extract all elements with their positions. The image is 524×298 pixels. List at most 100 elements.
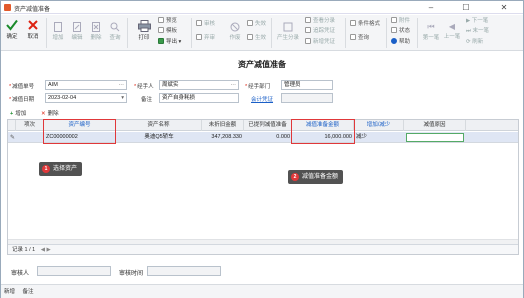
generate-voucher-button[interactable]: 产生分录 bbox=[274, 22, 302, 41]
condition-format-button[interactable]: 条件格式 bbox=[350, 20, 380, 29]
add-button[interactable]: 增加 bbox=[50, 22, 66, 41]
void-button[interactable]: 作废 bbox=[226, 22, 244, 41]
col-header-provisioned[interactable]: 已提列减值准备 bbox=[244, 120, 292, 131]
template-icon bbox=[158, 27, 164, 33]
first-record-button[interactable]: ⏮ 第一笔 bbox=[421, 22, 441, 41]
edit-button[interactable]: 编辑 bbox=[69, 22, 85, 41]
help-button[interactable]: 帮助 bbox=[391, 38, 410, 47]
voucher-link[interactable]: 会计凭证 bbox=[251, 95, 273, 103]
confirm-button[interactable]: 确定 bbox=[4, 19, 20, 40]
condition-format-icon bbox=[350, 20, 356, 26]
next-record-button[interactable]: ▶ 下一笔 bbox=[466, 17, 488, 26]
close-icon: ✕ bbox=[41, 111, 46, 117]
auditor-field bbox=[37, 266, 111, 276]
auditor-label: 审核人 bbox=[11, 271, 30, 277]
refresh-button[interactable]: ⟳ 刷新 bbox=[466, 38, 483, 47]
effective-button[interactable]: 生效 bbox=[247, 34, 266, 43]
trace-voucher-button[interactable]: 追踪凭证 bbox=[305, 27, 335, 36]
col-header-reason[interactable]: 减值原因 bbox=[404, 120, 466, 131]
cell-asset-name: 奥迪Q5轿车 bbox=[144, 134, 174, 140]
doc-no-label: *减值单号 bbox=[9, 84, 35, 90]
effective-icon bbox=[247, 34, 253, 40]
audit-button[interactable]: 审核 bbox=[196, 20, 215, 29]
minimize-button[interactable]: – bbox=[424, 2, 438, 13]
dept-field[interactable]: 管理员 bbox=[281, 80, 333, 90]
view-entry-button[interactable]: 查看分录 bbox=[305, 17, 335, 26]
query-button[interactable]: 查询 bbox=[107, 22, 123, 41]
cell-provisioned: 0.000 bbox=[276, 134, 290, 140]
window-title: 资产减值准备 bbox=[14, 7, 51, 13]
preview-icon bbox=[158, 17, 164, 23]
last-record-button[interactable]: ⏭ 末一笔 bbox=[466, 27, 489, 36]
query-icon bbox=[350, 34, 356, 40]
prev-icon: ◀ bbox=[448, 22, 456, 31]
help-icon bbox=[391, 38, 397, 44]
attachment-button[interactable]: 附件 bbox=[391, 17, 410, 26]
delete-button[interactable]: 删除 bbox=[88, 22, 104, 41]
invalid-icon bbox=[247, 20, 253, 26]
chevron-down-icon: ▾ bbox=[121, 95, 124, 101]
col-header-asset-name[interactable]: 资产名称 bbox=[116, 120, 202, 131]
document-add-icon bbox=[54, 22, 62, 32]
invalid-button[interactable]: 失效 bbox=[247, 20, 266, 29]
cell-undepreciated: 347,208.330 bbox=[211, 134, 242, 140]
view-entry-icon bbox=[305, 17, 311, 23]
search-icon bbox=[110, 22, 120, 32]
preview-button[interactable]: 预览 bbox=[158, 17, 177, 26]
dropdown-icon: ⋯ bbox=[230, 82, 237, 88]
trace-voucher-icon bbox=[305, 27, 311, 33]
first-icon: ⏮ bbox=[427, 22, 435, 31]
date-field[interactable]: 2023-02-04 ▾ bbox=[45, 93, 127, 103]
query2-button[interactable]: 查询 bbox=[350, 34, 369, 43]
main-toolbar: 确定 取消 增加 编辑 删除 查询 打印 预览 模板 导出 ▾ 审核 弃审 作废… bbox=[1, 15, 523, 51]
grid-toolbar: + 增加 ✕ 删除 bbox=[1, 107, 523, 119]
audit-icon bbox=[196, 20, 202, 26]
grid-add-button[interactable]: + 增加 bbox=[10, 109, 26, 117]
print-button[interactable]: 打印 bbox=[135, 20, 153, 41]
grid-footer: 记录 1 / 1 ◀ ▶ bbox=[8, 244, 518, 254]
prev-record-button[interactable]: ◀ 上一笔 bbox=[442, 22, 462, 40]
status-mode: 新增 bbox=[4, 289, 16, 295]
status-button[interactable]: 状态 bbox=[391, 27, 410, 36]
callout-select-asset: 1 选择资产 bbox=[39, 162, 83, 176]
handler-field[interactable]: 周斌实 ⋯ bbox=[159, 80, 239, 90]
new-voucher-button[interactable]: 新增凭证 bbox=[305, 38, 335, 47]
remark-label: 备注 bbox=[141, 97, 153, 103]
dropdown-icon: ⋯ bbox=[118, 82, 125, 88]
export-icon bbox=[158, 38, 164, 44]
nav-arrows[interactable]: ◀ ▶ bbox=[41, 247, 51, 253]
detail-grid: 项次 资产编号 资产名称 未折旧金额 已提列减值准备 减值准备金额 增加/减少 … bbox=[7, 119, 519, 255]
cell-direction[interactable]: 减少 bbox=[354, 132, 404, 143]
record-count: 记录 1 / 1 bbox=[12, 247, 36, 253]
cancel-button[interactable]: 取消 bbox=[25, 19, 41, 40]
new-voucher-icon bbox=[305, 38, 311, 44]
dept-label: *经手部门 bbox=[245, 84, 271, 90]
abandon-audit-button[interactable]: 弃审 bbox=[196, 34, 215, 43]
doc-no-field[interactable]: AIM ⋯ bbox=[45, 80, 127, 90]
col-header-undepreciated[interactable]: 未折旧金额 bbox=[202, 120, 244, 131]
cell-reason-input[interactable] bbox=[406, 133, 464, 142]
audit-info: 审核人 审核时间 bbox=[1, 265, 523, 277]
col-header-no[interactable]: 项次 bbox=[16, 120, 44, 131]
remark-field[interactable]: 资产自身耗损 bbox=[159, 93, 239, 103]
callout-amount: 2 减值准备金额 bbox=[288, 170, 344, 184]
page-title: 资产减值准备 bbox=[238, 60, 286, 69]
audit-time-label: 审核时间 bbox=[119, 271, 144, 277]
edit-row-icon: ✎ bbox=[10, 135, 16, 141]
handler-label: *经手人 bbox=[134, 84, 154, 90]
export-button[interactable]: 导出 ▾ bbox=[158, 38, 181, 47]
paperclip-icon bbox=[391, 17, 397, 23]
grid-delete-button[interactable]: ✕ 删除 bbox=[41, 109, 59, 117]
app-window: 资产减值准备 – ☐ ✕ 确定 取消 增加 编辑 删除 查询 打印 预览 模板 … bbox=[0, 0, 524, 298]
maximize-button[interactable]: ☐ bbox=[459, 2, 473, 13]
status-remark: 备注 bbox=[22, 289, 34, 295]
close-window-button[interactable]: ✕ bbox=[497, 2, 511, 13]
delete-icon bbox=[92, 22, 100, 32]
col-header-direction[interactable]: 增加/减少 bbox=[354, 120, 404, 131]
checkmark-icon bbox=[6, 19, 18, 31]
template-button[interactable]: 模板 bbox=[158, 27, 177, 36]
printer-icon bbox=[137, 20, 151, 32]
status-bar: 新增 备注 bbox=[1, 284, 523, 298]
edit-icon bbox=[73, 22, 81, 32]
highlight-asset-code bbox=[43, 119, 116, 144]
